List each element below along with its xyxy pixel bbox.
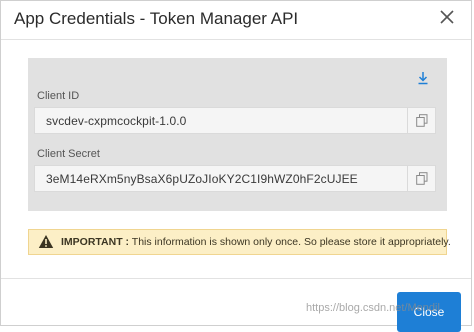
client-id-label: Client ID: [37, 90, 80, 102]
download-icon[interactable]: [416, 70, 430, 86]
alert-strong: IMPORTANT :: [61, 236, 130, 248]
close-button[interactable]: Close: [397, 292, 461, 332]
copy-icon: [416, 114, 428, 127]
copy-client-id-button[interactable]: [407, 108, 435, 133]
close-icon[interactable]: [437, 7, 457, 27]
alert-text: IMPORTANT : This information is shown on…: [61, 236, 451, 248]
client-secret-field: 3eM14eRXm5nyBsaX6pUZoJIoKY2C1I9hWZ0hF2cU…: [34, 165, 436, 192]
alert-message: This information is shown only once. So …: [129, 236, 451, 248]
credentials-panel: Client ID svcdev-cxpmcockpit-1.0.0 Clien…: [28, 58, 447, 211]
footer-divider: [1, 278, 471, 279]
dialog-title: App Credentials - Token Manager API: [14, 9, 299, 28]
client-secret-label: Client Secret: [37, 148, 100, 160]
warning-icon: [38, 235, 54, 248]
client-id-field: svcdev-cxpmcockpit-1.0.0: [34, 107, 436, 134]
client-id-value: svcdev-cxpmcockpit-1.0.0: [46, 114, 187, 128]
dialog-header: App Credentials - Token Manager API: [1, 1, 471, 40]
copy-client-secret-button[interactable]: [407, 166, 435, 191]
important-alert: IMPORTANT : This information is shown on…: [28, 229, 451, 255]
client-secret-value: 3eM14eRXm5nyBsaX6pUZoJIoKY2C1I9hWZ0hF2cU…: [46, 172, 358, 186]
copy-icon: [416, 172, 428, 185]
app-credentials-dialog: App Credentials - Token Manager API Clie…: [0, 0, 472, 326]
